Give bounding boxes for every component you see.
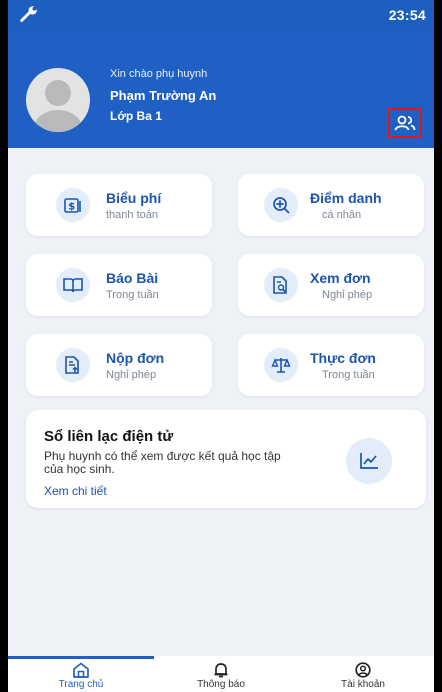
ebook-title: Sổ liên lạc điện tử [44, 428, 174, 445]
clock: 23:54 [388, 7, 426, 23]
user-silhouette-icon [34, 80, 82, 132]
menu-title: Điểm danh [310, 190, 382, 206]
menu-title: Xem đơn [310, 270, 371, 286]
book-icon [56, 268, 90, 302]
tab-home[interactable]: Trang chủ [31, 662, 131, 692]
attendance-icon [264, 188, 298, 222]
home-icon [73, 662, 89, 678]
menu-attendance-card[interactable]: Điểm danh cá nhân [238, 174, 424, 236]
menu-subtitle: thanh toán [106, 209, 158, 221]
status-bar: 23:54 [8, 0, 434, 30]
tab-notifications[interactable]: Thông báo [171, 662, 271, 692]
menu-view-leave-card[interactable]: Xem đơn Nghỉ phép [238, 254, 424, 316]
fee-icon: $ [56, 188, 90, 222]
menu-title: Nộp đơn [106, 350, 165, 366]
tab-label: Tài khoản [341, 679, 385, 690]
menu-subtitle: cá nhân [322, 209, 362, 221]
menu-title: Thực đơn [310, 350, 376, 366]
ebook-card[interactable]: Sổ liên lạc điện tử Phụ huynh có thể xem… [26, 410, 426, 508]
avatar[interactable] [26, 68, 90, 132]
active-tab-indicator [8, 656, 154, 659]
tab-label: Thông báo [197, 679, 245, 690]
users-icon [394, 115, 416, 131]
switch-student-button[interactable] [388, 108, 422, 138]
svg-text:$: $ [68, 202, 75, 213]
tab-account[interactable]: Tài khoản [313, 662, 413, 692]
wrench-icon [20, 6, 37, 22]
menu-fee-card[interactable]: $ Biểu phí thanh toán [26, 174, 212, 236]
menu-subtitle: Nghỉ phép [106, 369, 157, 381]
menu-lesson-report-card[interactable]: Báo Bài Trong tuần [26, 254, 212, 316]
bell-icon [214, 663, 228, 678]
tab-label: Trang chủ [58, 679, 104, 690]
submit-document-icon [56, 348, 90, 382]
view-document-icon [264, 268, 298, 302]
menu-subtitle: Trong tuần [322, 369, 375, 381]
menu-title: Báo Bài [106, 270, 159, 286]
account-icon [355, 662, 371, 678]
greeting-text: Xin chào phụ huynh [110, 68, 208, 80]
view-details-link[interactable]: Xem chi tiết [44, 484, 107, 498]
student-name: Phạm Trường An [110, 88, 217, 103]
app-screen: 23:54 Xin chào phụ huynh Phạm Trường An … [8, 0, 434, 692]
menu-submit-leave-card[interactable]: Nộp đơn Nghỉ phép [26, 334, 212, 396]
chart-line-icon [346, 438, 392, 484]
menu-meal-card[interactable]: Thực đơn Trong tuần [238, 334, 424, 396]
profile-header: Xin chào phụ huynh Phạm Trường An Lớp Ba… [8, 30, 434, 148]
menu-title: Biểu phí [106, 190, 162, 206]
ebook-description: Phụ huynh có thể xem được kết quả học tậ… [44, 449, 281, 476]
scale-menu-icon [264, 348, 298, 382]
class-name: Lớp Ba 1 [110, 109, 162, 123]
bottom-tab-bar: Trang chủ Thông báo Tài khoản [8, 656, 434, 692]
menu-subtitle: Nghỉ phép [322, 289, 373, 301]
menu-subtitle: Trong tuần [106, 289, 159, 301]
